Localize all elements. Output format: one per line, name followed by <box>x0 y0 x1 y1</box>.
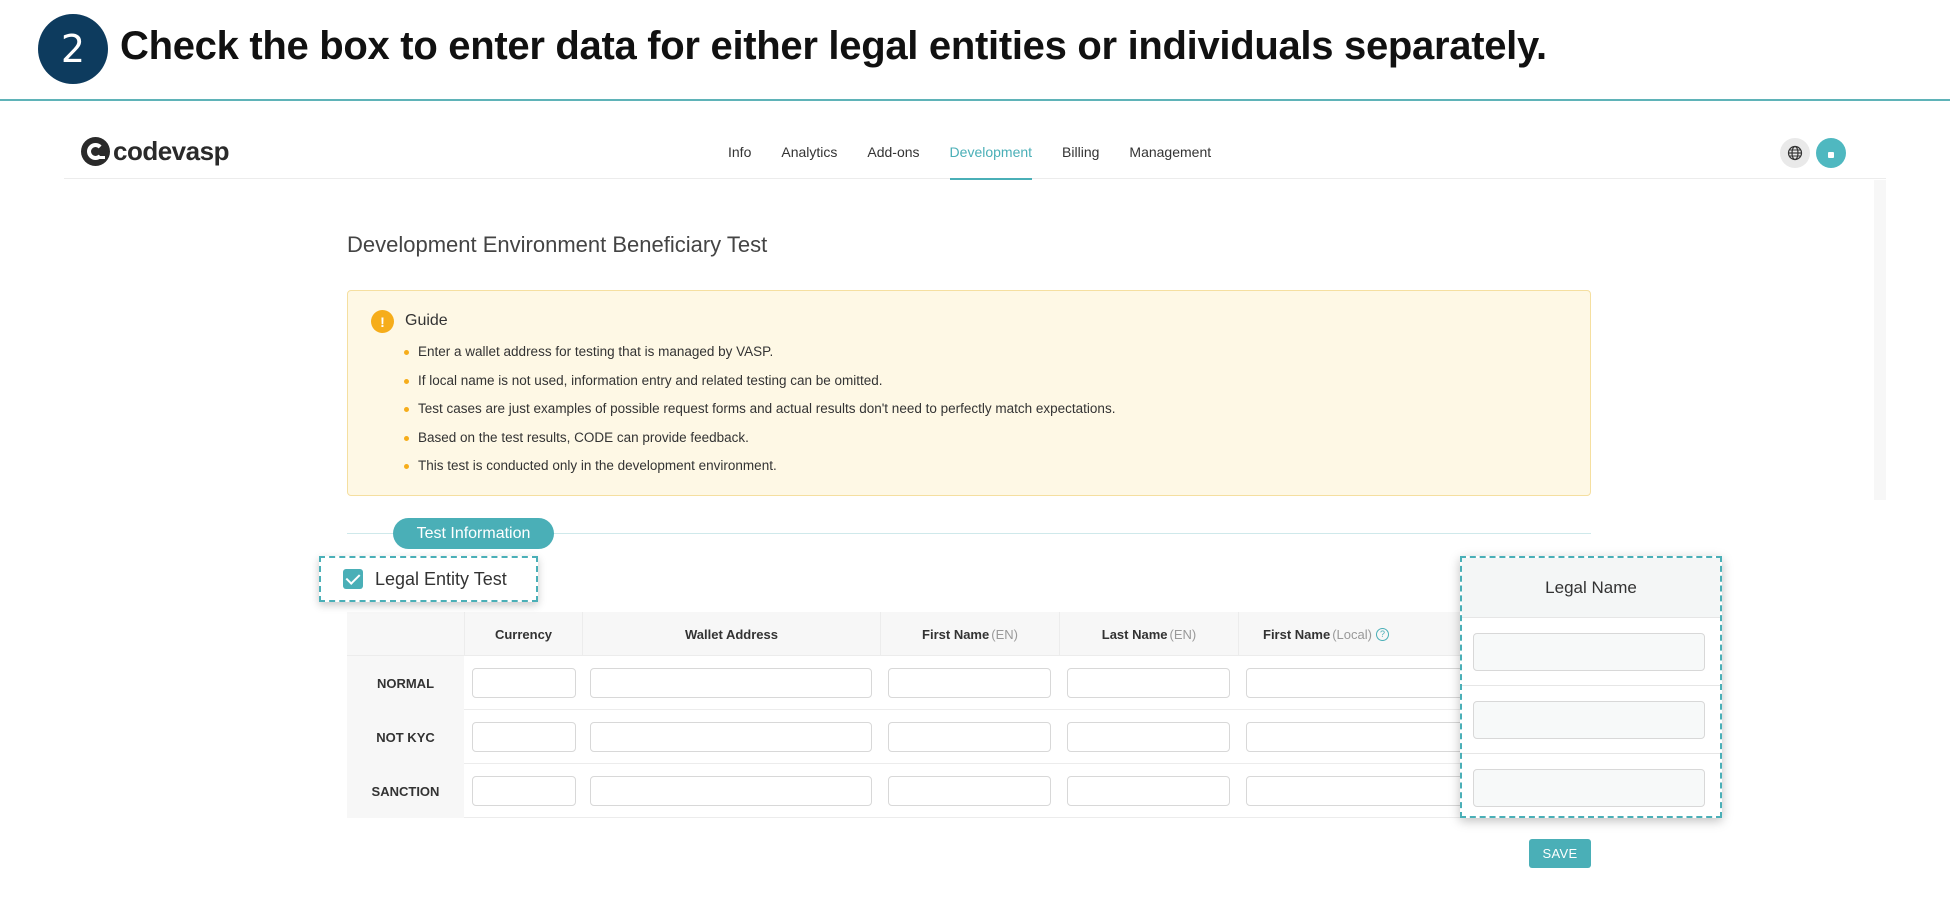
row-label-sanction: SANCTION <box>347 764 464 818</box>
nav-item-management[interactable]: Management <box>1129 126 1211 179</box>
wallet-address-input[interactable] <box>590 776 872 806</box>
last-name-en-input[interactable] <box>1067 776 1230 806</box>
nav-item-info[interactable]: Info <box>728 126 751 179</box>
last-name-en-input[interactable] <box>1067 668 1230 698</box>
nav-item-billing[interactable]: Billing <box>1062 126 1099 179</box>
test-data-table: Currency Wallet Address First Name (EN) … <box>347 612 1467 818</box>
table-row <box>1462 618 1720 686</box>
logo[interactable]: codevasp <box>81 136 229 167</box>
column-header-legal-name: Legal Name <box>1462 558 1720 618</box>
legal-name-input[interactable] <box>1473 769 1705 807</box>
first-name-en-input[interactable] <box>888 722 1051 752</box>
table-row: SANCTION <box>347 764 1467 818</box>
globe-icon[interactable] <box>1780 138 1810 168</box>
section-label-test-information: Test Information <box>393 518 554 549</box>
wallet-address-input[interactable] <box>590 668 872 698</box>
help-icon[interactable]: ? <box>1375 627 1389 641</box>
table-row <box>1462 754 1720 822</box>
legal-entity-test-checkbox[interactable]: Legal Entity Test <box>319 556 538 602</box>
guide-title: Guide <box>405 312 448 329</box>
column-header-currency: Currency <box>464 612 582 656</box>
first-name-local-input[interactable] <box>1246 776 1467 806</box>
table-row: NORMAL <box>347 656 1467 710</box>
guide-box: ! Guide Enter a wallet address for testi… <box>347 290 1591 496</box>
last-name-en-input[interactable] <box>1067 722 1230 752</box>
table-row: NOT KYC <box>347 710 1467 764</box>
warning-icon: ! <box>371 310 394 333</box>
currency-input[interactable] <box>472 668 576 698</box>
table-row <box>1462 686 1720 754</box>
legal-name-column: Legal Name <box>1460 556 1722 818</box>
main-nav: Info Analytics Add-ons Development Billi… <box>728 126 1241 180</box>
row-label-normal: NORMAL <box>347 656 464 710</box>
instruction-text: Check the box to enter data for either l… <box>120 24 1547 68</box>
column-header-first-name-en: First Name (EN) <box>880 612 1059 656</box>
instruction-banner: 2 Check the box to enter data for either… <box>0 0 1950 101</box>
column-header-label: Wallet Address <box>685 626 778 642</box>
guide-item: Enter a wallet address for testing that … <box>404 342 1115 371</box>
app-window: codevasp Info Analytics Add-ons Developm… <box>64 126 1886 912</box>
column-header-sub: (EN) <box>991 626 1018 642</box>
logo-text: codevasp <box>113 136 229 166</box>
step-number-badge: 2 <box>38 14 108 84</box>
column-header-last-name-en: Last Name (EN) <box>1059 612 1238 656</box>
top-navigation-bar: codevasp Info Analytics Add-ons Developm… <box>64 126 1886 180</box>
column-header-label: Last Name <box>1101 626 1168 642</box>
checkbox-checked-icon[interactable] <box>343 569 363 589</box>
currency-input[interactable] <box>472 722 576 752</box>
column-header-label: First Name <box>922 626 990 642</box>
guide-item: This test is conducted only in the devel… <box>404 456 1115 485</box>
guide-item: Test cases are just examples of possible… <box>404 399 1115 428</box>
column-header-wallet-address: Wallet Address <box>582 612 880 656</box>
first-name-local-input[interactable] <box>1246 722 1467 752</box>
nav-item-development[interactable]: Development <box>949 126 1032 180</box>
guide-item: Based on the test results, CODE can prov… <box>404 428 1115 457</box>
nav-item-add-ons[interactable]: Add-ons <box>867 126 919 179</box>
column-header-sub: (EN) <box>1169 626 1197 642</box>
legal-name-input[interactable] <box>1473 701 1705 739</box>
scrollbar[interactable] <box>1874 180 1886 500</box>
column-header-label: First Name <box>1263 626 1331 642</box>
row-label-not-kyc: NOT KYC <box>347 710 464 764</box>
guide-list: Enter a wallet address for testing that … <box>404 342 1115 485</box>
column-header-first-name-local: First Name (Local) ? <box>1238 612 1467 656</box>
column-header-sub: (Local) <box>1332 626 1372 642</box>
save-button[interactable]: SAVE <box>1529 839 1591 868</box>
logo-mark-icon <box>81 137 110 166</box>
checkbox-label: Legal Entity Test <box>375 568 507 589</box>
globe-icon-svg <box>1787 145 1803 161</box>
currency-input[interactable] <box>472 776 576 806</box>
table-header: Currency Wallet Address First Name (EN) … <box>347 612 1467 656</box>
avatar[interactable] <box>1816 138 1846 168</box>
wallet-address-input[interactable] <box>590 722 872 752</box>
page-title: Development Environment Beneficiary Test <box>347 232 768 257</box>
nav-item-analytics[interactable]: Analytics <box>781 126 837 179</box>
first-name-local-input[interactable] <box>1246 668 1467 698</box>
first-name-en-input[interactable] <box>888 776 1051 806</box>
first-name-en-input[interactable] <box>888 668 1051 698</box>
guide-item: If local name is not used, information e… <box>404 371 1115 400</box>
legal-name-input[interactable] <box>1473 633 1705 671</box>
column-header-label: Currency <box>494 626 553 642</box>
